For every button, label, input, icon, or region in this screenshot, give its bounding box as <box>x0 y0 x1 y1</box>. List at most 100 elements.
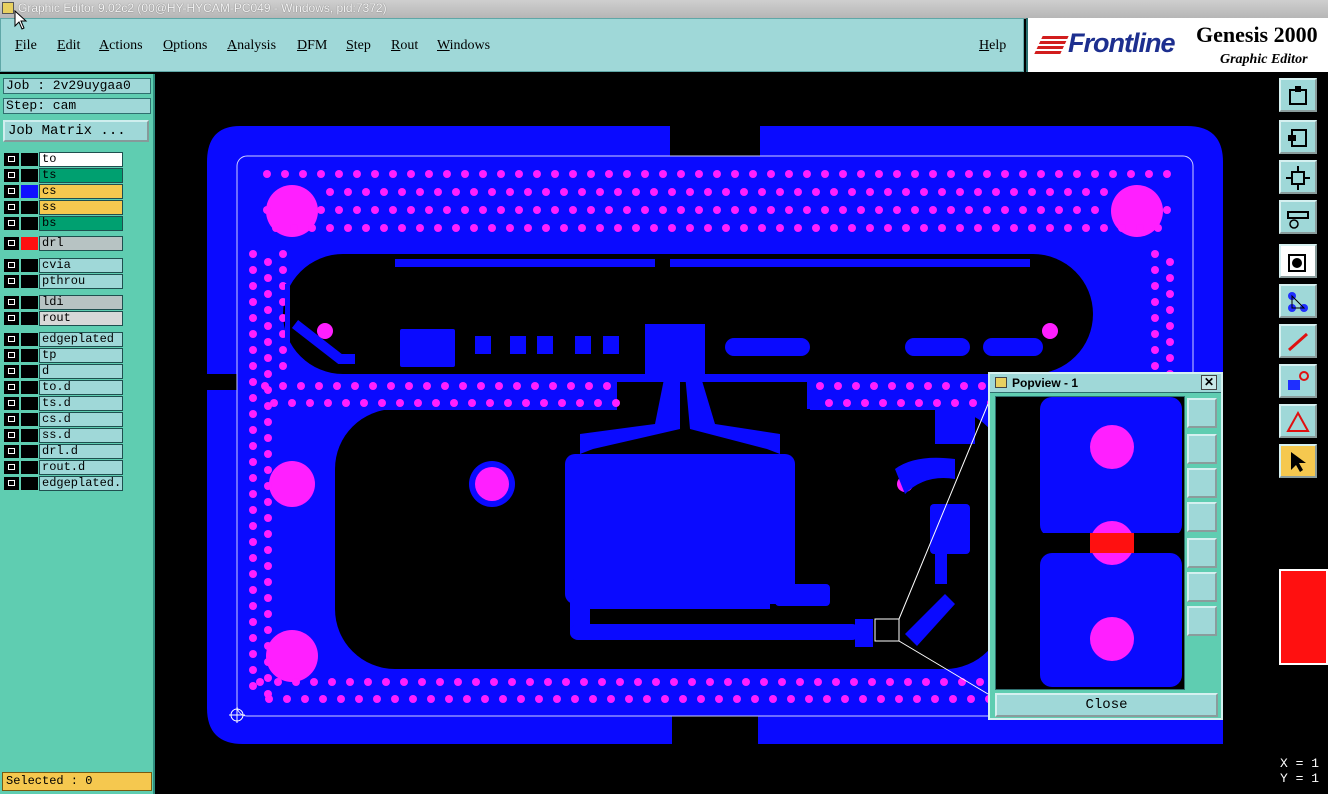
layer-checkbox[interactable] <box>4 237 19 250</box>
layer-row[interactable]: cs <box>3 184 125 199</box>
layer-color-swatch[interactable] <box>21 333 38 346</box>
layer-color-swatch[interactable] <box>21 275 38 288</box>
layer-color-swatch[interactable] <box>21 237 38 250</box>
layer-color-swatch[interactable] <box>21 365 38 378</box>
layer-name[interactable]: ts.d <box>39 396 123 411</box>
layer-checkbox[interactable] <box>4 201 19 214</box>
pan-right-icon[interactable] <box>1187 538 1217 568</box>
layer-color-swatch[interactable] <box>21 413 38 426</box>
layer-row[interactable]: ss.d <box>3 428 125 443</box>
layer-name[interactable]: rout <box>39 311 123 326</box>
net-icon[interactable] <box>1279 284 1317 318</box>
layer-row[interactable]: d <box>3 364 125 379</box>
move-icon[interactable] <box>1279 78 1317 112</box>
pan-left-icon[interactable] <box>1187 502 1217 532</box>
layer-checkbox[interactable] <box>4 259 19 272</box>
layer-row[interactable]: cvia <box>3 258 125 273</box>
layer-name[interactable]: pthrou <box>39 274 123 289</box>
layer-row[interactable]: pthrou <box>3 274 125 289</box>
popview-close-button[interactable]: Close <box>995 693 1218 717</box>
layer-checkbox[interactable] <box>4 185 19 198</box>
popview-close-icon[interactable]: ✕ <box>1201 375 1217 390</box>
layer-name[interactable]: drl <box>39 236 123 251</box>
layer-checkbox[interactable] <box>4 413 19 426</box>
layer-color-swatch[interactable] <box>21 312 38 325</box>
layer-color-swatch[interactable] <box>21 445 38 458</box>
layer-color-swatch[interactable] <box>21 349 38 362</box>
layer-row[interactable]: ts.d <box>3 396 125 411</box>
layer-name[interactable]: to <box>39 152 123 167</box>
layer-checkbox[interactable] <box>4 333 19 346</box>
layer-name[interactable]: cvia <box>39 258 123 273</box>
layer-name[interactable]: cs <box>39 184 123 199</box>
layer-checkbox[interactable] <box>4 296 19 309</box>
layer-name[interactable]: edgeplated.c <box>39 476 123 491</box>
line-icon[interactable] <box>1279 324 1317 358</box>
layer-row[interactable]: ldi <box>3 295 125 310</box>
triangle-icon[interactable] <box>1279 404 1317 438</box>
layer-name[interactable]: cs.d <box>39 412 123 427</box>
layer-name[interactable]: ss.d <box>39 428 123 443</box>
menu-windows[interactable]: Windows <box>437 38 490 54</box>
layer-checkbox[interactable] <box>4 275 19 288</box>
layer-color-swatch[interactable] <box>21 169 38 182</box>
layer-name[interactable]: to.d <box>39 380 123 395</box>
layer-row[interactable]: tp <box>3 348 125 363</box>
layer-checkbox[interactable] <box>4 445 19 458</box>
zoom-window-icon[interactable] <box>1187 398 1217 428</box>
layer-checkbox[interactable] <box>4 312 19 325</box>
layer-row[interactable]: ss <box>3 200 125 215</box>
layer-checkbox[interactable] <box>4 477 19 490</box>
layer-row[interactable]: to.d <box>3 380 125 395</box>
layer-checkbox[interactable] <box>4 217 19 230</box>
layer-name[interactable]: d <box>39 364 123 379</box>
layer-checkbox[interactable] <box>4 461 19 474</box>
pan-left-icon[interactable] <box>1279 120 1317 154</box>
pan-up-icon[interactable] <box>1187 434 1217 464</box>
measure-icon[interactable] <box>1279 200 1317 234</box>
layer-row[interactable]: cs.d <box>3 412 125 427</box>
layer-checkbox[interactable] <box>4 153 19 166</box>
snap-icon[interactable] <box>1279 364 1317 398</box>
menu-options[interactable]: Options <box>163 38 207 54</box>
popview-zoom-view[interactable] <box>995 396 1185 690</box>
app-icon[interactable] <box>2 2 14 14</box>
layer-name[interactable]: edgeplated <box>39 332 123 347</box>
layer-row[interactable]: drl.d <box>3 444 125 459</box>
layer-name[interactable]: ts <box>39 168 123 183</box>
layer-checkbox[interactable] <box>4 349 19 362</box>
menu-step[interactable]: Step <box>346 38 371 54</box>
layer-row[interactable]: bs <box>3 216 125 231</box>
pan-down-icon[interactable] <box>1187 468 1217 498</box>
layer-row[interactable]: rout <box>3 311 125 326</box>
layer-row[interactable]: drl <box>3 236 125 251</box>
fit-icon[interactable] <box>1279 160 1317 194</box>
layer-name[interactable]: drl.d <box>39 444 123 459</box>
layer-color-swatch[interactable] <box>21 153 38 166</box>
layer-color-swatch[interactable] <box>21 429 38 442</box>
layer-name[interactable]: bs <box>39 216 123 231</box>
menu-analysis[interactable]: Analysis <box>227 38 276 54</box>
layer-color-swatch[interactable] <box>21 259 38 272</box>
menu-actions[interactable]: Actions <box>99 38 143 54</box>
layer-checkbox[interactable] <box>4 169 19 182</box>
layer-row[interactable]: edgeplated <box>3 332 125 347</box>
layer-color-swatch[interactable] <box>21 461 38 474</box>
layer-color-swatch[interactable] <box>21 185 38 198</box>
layer-name[interactable]: rout.d <box>39 460 123 475</box>
menu-file[interactable]: File <box>15 38 37 54</box>
layer-row[interactable]: rout.d <box>3 460 125 475</box>
layer-color-swatch[interactable] <box>21 217 38 230</box>
layer-checkbox[interactable] <box>4 365 19 378</box>
layer-checkbox[interactable] <box>4 397 19 410</box>
layer-checkbox[interactable] <box>4 381 19 394</box>
layer-row[interactable]: to <box>3 152 125 167</box>
zoom-in-icon[interactable] <box>1187 572 1217 602</box>
menu-help[interactable]: Help <box>979 38 1006 54</box>
layer-color-swatch[interactable] <box>21 397 38 410</box>
layer-name[interactable]: ldi <box>39 295 123 310</box>
job-matrix-button[interactable]: Job Matrix ... <box>3 120 149 142</box>
zoom-fit-icon[interactable] <box>1187 606 1217 636</box>
layer-name[interactable]: ss <box>39 200 123 215</box>
select-pad-icon[interactable] <box>1279 244 1317 278</box>
